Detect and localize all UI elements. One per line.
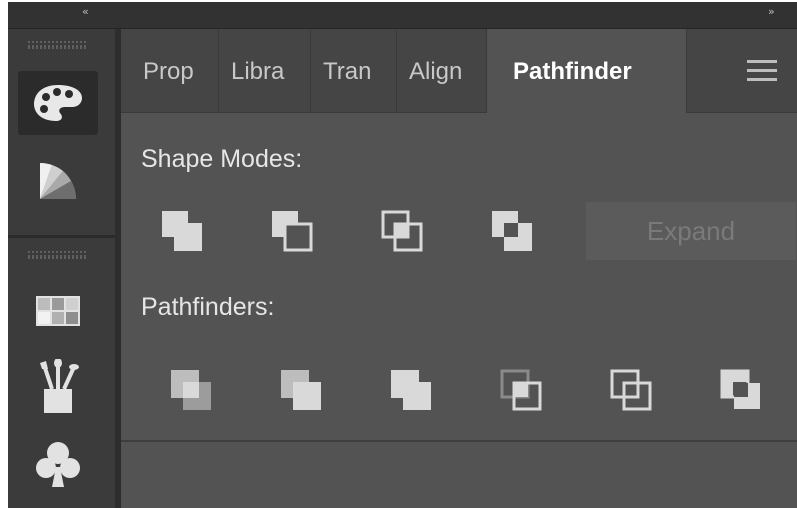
intersect-icon[interactable]	[374, 203, 430, 259]
swatches-grid-icon[interactable]	[18, 279, 98, 343]
minus-front-icon[interactable]	[264, 203, 320, 259]
app-window: « » Prop Libra Tran Align Pathfinder Sha…	[8, 2, 797, 508]
color-palette-icon[interactable]	[18, 71, 98, 135]
crop-icon[interactable]	[493, 362, 549, 418]
tab-properties[interactable]: Prop	[121, 29, 219, 112]
symbols-club-icon[interactable]	[18, 434, 98, 498]
merge-icon[interactable]	[383, 362, 439, 418]
color-guide-icon[interactable]	[18, 149, 98, 213]
exclude-icon[interactable]	[484, 203, 540, 259]
panel-menu-icon[interactable]	[747, 60, 777, 82]
expand-button[interactable]: Expand	[586, 202, 796, 260]
shape-modes-title: Shape Modes:	[141, 145, 303, 173]
divide-icon[interactable]	[163, 362, 219, 418]
tab-pathfinder[interactable]: Pathfinder	[487, 29, 687, 113]
trim-icon[interactable]	[273, 362, 329, 418]
tab-libraries[interactable]: Libra	[219, 29, 311, 112]
minus-back-icon[interactable]	[713, 362, 769, 418]
group-divider	[8, 235, 115, 238]
tab-align[interactable]: Align	[397, 29, 487, 112]
tool-sidebar	[8, 29, 115, 508]
collapse-left-icon[interactable]: «	[82, 5, 89, 18]
outline-icon[interactable]	[603, 362, 659, 418]
panel-dock-header: « »	[8, 2, 797, 29]
collapse-right-icon[interactable]: »	[768, 5, 775, 18]
brushes-icon[interactable]	[18, 355, 98, 419]
drag-grip-icon[interactable]	[28, 41, 86, 49]
panel-divider	[121, 440, 797, 442]
pathfinders-title: Pathfinders:	[141, 293, 275, 321]
panel-tab-bar: Prop Libra Tran Align Pathfinder	[121, 29, 797, 113]
tab-transform[interactable]: Tran	[311, 29, 397, 112]
pathfinder-panel: Prop Libra Tran Align Pathfinder Shape M…	[121, 29, 797, 508]
drag-grip-icon[interactable]	[28, 251, 86, 259]
unite-icon[interactable]	[154, 203, 210, 259]
